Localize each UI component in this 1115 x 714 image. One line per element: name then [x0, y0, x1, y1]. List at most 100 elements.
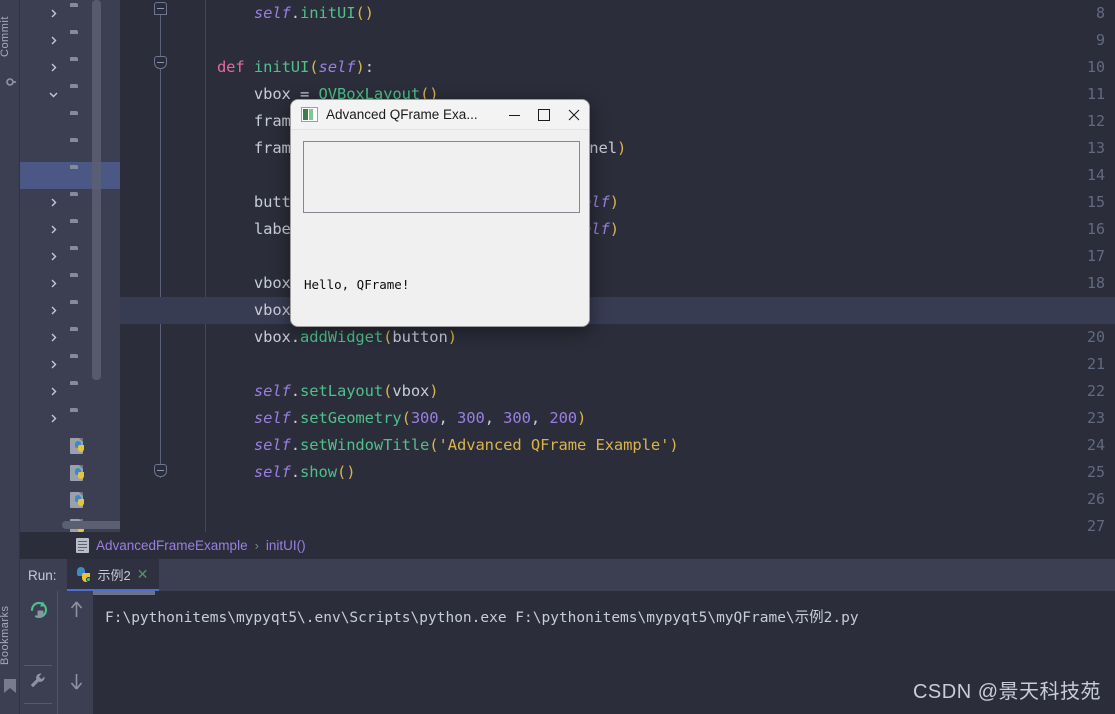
chevron-right-icon[interactable] — [48, 35, 59, 46]
tree-row[interactable] — [20, 54, 120, 81]
tree-row[interactable] — [20, 378, 120, 405]
chevron-right-icon[interactable] — [48, 359, 59, 370]
chevron-right-icon[interactable] — [48, 413, 59, 424]
tree-row[interactable] — [20, 162, 120, 189]
tree-row[interactable] — [20, 189, 120, 216]
rerun-button[interactable] — [20, 591, 56, 627]
pyqt-dialog-window[interactable]: Advanced QFrame Exa... Hello, QFrame! Cl… — [290, 99, 590, 327]
dialog-body: Hello, QFrame! Click me — [291, 130, 589, 327]
folder-icon — [70, 357, 88, 372]
code-line[interactable]: vbox.addWidget(button) — [180, 328, 457, 346]
tree-row[interactable] — [20, 27, 120, 54]
folder-icon — [70, 114, 88, 129]
code-line[interactable]: self.setWindowTitle('Advanced QFrame Exa… — [180, 436, 679, 454]
fold-line — [160, 68, 161, 478]
code-editor[interactable]: 89101112131415161718192021222324252627 s… — [120, 0, 1115, 532]
scroll-down-button[interactable] — [58, 663, 94, 699]
line-number: 14 — [1086, 166, 1105, 184]
chevron-right-icon[interactable] — [48, 386, 59, 397]
hello-label: Hello, QFrame! — [304, 277, 410, 292]
line-number: 12 — [1086, 112, 1105, 130]
code-line[interactable]: self.setGeometry(300, 300, 300, 200) — [180, 409, 587, 427]
chevron-right-icon[interactable] — [48, 332, 59, 343]
app-icon — [301, 107, 318, 122]
settings-button[interactable] — [20, 663, 56, 699]
code-line[interactable]: vbox — [180, 301, 291, 319]
chevron-down-icon[interactable] — [48, 89, 59, 100]
chevron-right-icon[interactable] — [48, 251, 59, 262]
editor-gutter[interactable] — [120, 0, 180, 532]
console-scrollbar[interactable] — [93, 591, 155, 595]
fold-marker-collapse-top[interactable] — [154, 2, 167, 15]
tree-row[interactable] — [20, 216, 120, 243]
fold-marker-collapse-end[interactable] — [154, 464, 167, 477]
tree-horizontal-scrollbar[interactable] — [62, 521, 120, 529]
breadcrumb-class[interactable]: AdvancedFrameExample — [96, 538, 248, 553]
line-number: 8 — [1095, 4, 1105, 22]
folder-icon — [70, 87, 88, 102]
tree-row[interactable] — [20, 81, 120, 108]
tree-row[interactable] — [20, 486, 120, 513]
tree-row[interactable] — [20, 432, 120, 459]
folder-icon — [70, 249, 88, 264]
line-number: 17 — [1086, 247, 1105, 265]
tree-vertical-scrollbar[interactable] — [92, 0, 101, 380]
console-output-line: F:\pythonitems\mypyqt5\.env\Scripts\pyth… — [105, 610, 859, 626]
rail-item-commit[interactable]: Commit — [0, 2, 21, 72]
click-me-button[interactable]: Click me — [303, 326, 580, 327]
chevron-right-icon[interactable] — [48, 62, 59, 73]
chevron-right-icon[interactable] — [48, 278, 59, 289]
folder-icon — [70, 141, 88, 156]
tree-row[interactable] — [20, 405, 120, 432]
code-line[interactable]: fram — [180, 139, 291, 157]
wrench-icon — [30, 673, 45, 688]
code-line[interactable]: labe — [180, 220, 291, 238]
tree-row[interactable] — [20, 135, 120, 162]
code-line[interactable]: def initUI(self): — [180, 58, 374, 76]
code-line[interactable]: self.setLayout(vbox) — [180, 382, 439, 400]
tree-row[interactable] — [20, 270, 120, 297]
scroll-up-button[interactable] — [58, 591, 94, 627]
tree-row[interactable] — [20, 297, 120, 324]
line-number: 11 — [1086, 85, 1105, 103]
run-tab[interactable]: 示例2 ✕ — [66, 559, 159, 591]
rail-commit-label: Commit — [0, 16, 11, 58]
tree-row[interactable] — [20, 243, 120, 270]
line-number: 21 — [1086, 355, 1105, 373]
breadcrumb-method[interactable]: initUI() — [266, 538, 306, 553]
tree-row[interactable] — [20, 324, 120, 351]
fold-marker-collapse-method[interactable] — [154, 56, 167, 69]
project-tree[interactable] — [20, 0, 120, 532]
chevron-right-icon[interactable] — [48, 8, 59, 19]
tree-row[interactable] — [20, 0, 120, 27]
chevron-right-icon[interactable] — [48, 305, 59, 316]
tree-row[interactable] — [20, 108, 120, 135]
commit-icon — [6, 78, 16, 86]
tree-row[interactable] — [20, 351, 120, 378]
chevron-right-icon[interactable] — [48, 224, 59, 235]
rail-item-bookmarks[interactable]: Bookmarks — [0, 596, 21, 674]
maximize-button[interactable] — [529, 100, 559, 130]
tree-row[interactable] — [20, 459, 120, 486]
folder-icon — [70, 60, 88, 75]
code-line[interactable]: fram — [180, 112, 291, 130]
python-file-icon — [70, 438, 88, 454]
folder-icon — [70, 330, 88, 345]
line-number: 15 — [1086, 193, 1105, 211]
folder-icon — [70, 384, 88, 399]
close-icon — [568, 109, 580, 121]
close-icon[interactable]: ✕ — [137, 566, 149, 583]
code-line[interactable]: self.show() — [180, 463, 356, 481]
close-button[interactable] — [559, 100, 589, 130]
dialog-title-bar[interactable]: Advanced QFrame Exa... — [291, 100, 589, 130]
bookmark-icon — [4, 679, 16, 693]
code-line[interactable]: butt — [180, 193, 291, 211]
code-line[interactable]: vbox — [180, 274, 291, 292]
minimize-button[interactable] — [499, 100, 529, 130]
chevron-right-icon[interactable] — [48, 197, 59, 208]
breadcrumb[interactable]: AdvancedFrameExample › initUI() — [70, 532, 1115, 559]
code-line[interactable]: self.initUI() — [180, 4, 374, 22]
qframe-panel — [303, 141, 580, 213]
folder-icon — [70, 276, 88, 291]
folder-icon — [70, 6, 88, 21]
